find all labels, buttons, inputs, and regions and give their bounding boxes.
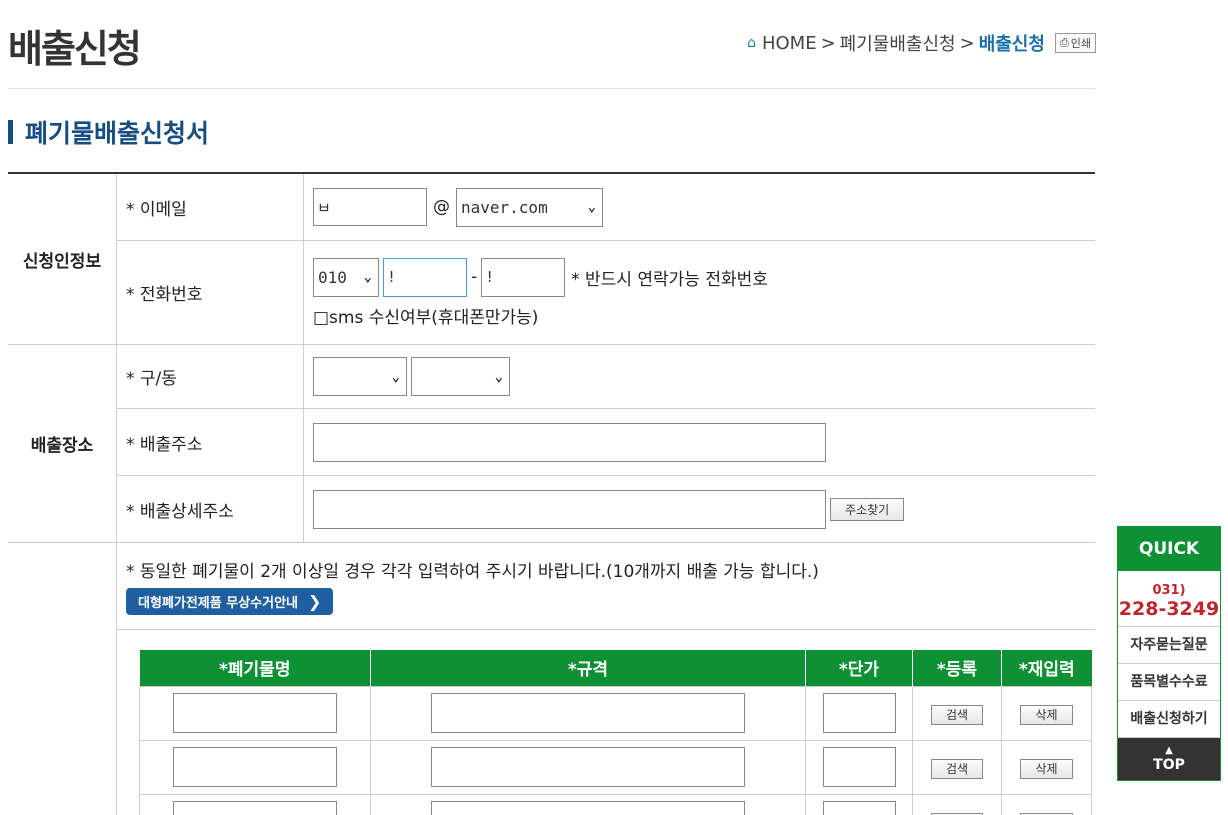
breadcrumb: ⌂ HOME > 폐기물배출신청 > 배출신청 ⎙ 인쇄: [747, 30, 1096, 56]
quick-phone-number: 228-3249: [1118, 598, 1220, 620]
items-group-label: [8, 543, 117, 815]
quick-link-faq[interactable]: 자주묻는질문: [1118, 627, 1220, 664]
location-group-label: 배출장소: [8, 345, 117, 542]
gu-select[interactable]: ⌄: [313, 357, 407, 396]
gu-dong-label: * 구/동: [117, 345, 304, 408]
phone-prefix-select[interactable]: 010 ⌄: [313, 257, 379, 297]
delete-button[interactable]: 삭제: [1020, 758, 1073, 779]
phone-row: * 전화번호 010 ⌄ ! - ! * 반드시 연락가능 전화번호 □sms …: [117, 241, 1095, 344]
sms-consent-checkbox[interactable]: □sms 수신여부(휴대폰만가능): [313, 303, 1095, 328]
column-header: *등록: [912, 650, 1002, 686]
quick-link-apply[interactable]: 배출신청하기: [1118, 701, 1220, 738]
address-label: * 배출주소: [117, 409, 304, 475]
home-icon: ⌂: [747, 35, 756, 51]
items-notice: * 동일한 폐기물이 2개 이상일 경우 각각 입력하여 주시기 바랍니다.(1…: [126, 562, 819, 582]
chevron-down-icon: ⌄: [363, 269, 372, 285]
spec-input[interactable]: [431, 693, 745, 733]
caret-up-icon: ▲: [1165, 745, 1173, 756]
detail-address-label: * 배출상세주소: [117, 476, 304, 542]
breadcrumb-separator: >: [820, 32, 836, 54]
quick-phone-area: 031): [1152, 583, 1186, 598]
email-row: * 이메일 ㅂ @ naver.com ⌄: [117, 174, 1095, 241]
address-row: * 배출주소: [117, 409, 1095, 476]
dong-select[interactable]: ⌄: [411, 357, 510, 396]
spec-input[interactable]: [431, 801, 745, 815]
breadcrumb-separator: >: [959, 32, 975, 54]
find-address-button[interactable]: 주소찾기: [830, 497, 905, 521]
waste-name-input[interactable]: [173, 747, 337, 787]
breadcrumb-home[interactable]: HOME: [762, 33, 817, 54]
phone-last-input[interactable]: !: [481, 257, 566, 297]
breadcrumb-current: 배출신청: [978, 34, 1045, 55]
price-input[interactable]: [822, 747, 896, 787]
spec-input[interactable]: [431, 747, 745, 787]
appliance-guide-label: 대형폐가전제품 무상수거안내: [138, 596, 299, 611]
email-local-input[interactable]: ㅂ: [313, 188, 427, 226]
chevron-right-icon: ❯: [308, 592, 322, 611]
chevron-down-icon: ⌄: [391, 368, 400, 385]
column-header: *폐기물명: [139, 650, 371, 686]
table-row: 검색 삭제: [139, 685, 1092, 741]
email-label: * 이메일: [117, 174, 304, 240]
application-form: 신청인정보 * 이메일 ㅂ @ naver.com ⌄ * 전화번호 010 ⌄…: [8, 172, 1095, 815]
quick-menu-title: QUICK: [1118, 527, 1220, 571]
location-group: 배출장소 * 구/동 ⌄ ⌄ * 배출주소 * 배출상세주소 주소찾기: [8, 345, 1095, 543]
back-to-top-button[interactable]: ▲ TOP: [1118, 738, 1220, 780]
table-row: 검색 삭제: [139, 739, 1092, 795]
back-to-top-label: TOP: [1153, 757, 1185, 773]
print-label: 인쇄: [1070, 37, 1091, 50]
applicant-group-label: 신청인정보: [8, 174, 117, 344]
waste-name-input[interactable]: [173, 693, 337, 733]
search-button[interactable]: 검색: [930, 704, 984, 725]
phone-label: * 전화번호: [117, 241, 304, 344]
address-input[interactable]: [313, 422, 826, 462]
page-title: 배출신청: [8, 27, 142, 71]
phone-note: * 반드시 연락가능 전화번호: [571, 269, 768, 290]
title-divider: [8, 88, 1095, 89]
print-icon: ⎙: [1059, 36, 1069, 49]
phone-prefix-value: 010: [318, 267, 347, 287]
quick-link-fees[interactable]: 품목별수수료: [1118, 664, 1220, 701]
gu-dong-row: * 구/동 ⌄ ⌄: [117, 345, 1095, 409]
section-title-text: 폐기물배출신청서: [25, 119, 210, 148]
section-title: 폐기물배출신청서: [8, 114, 209, 150]
applicant-group: 신청인정보 * 이메일 ㅂ @ naver.com ⌄ * 전화번호 010 ⌄…: [8, 174, 1095, 345]
column-header: *규격: [370, 650, 806, 686]
breadcrumb-parent[interactable]: 폐기물배출신청: [840, 30, 956, 56]
phone-middle-input[interactable]: !: [383, 257, 467, 297]
table-row: 검색 삭제: [139, 793, 1092, 815]
column-header: *재입력: [1001, 650, 1092, 686]
price-input[interactable]: [822, 693, 896, 733]
email-at-sign: @: [433, 197, 450, 217]
delete-button[interactable]: 삭제: [1020, 704, 1073, 725]
chevron-down-icon: ⌄: [587, 199, 596, 215]
email-domain-value: naver.com: [461, 197, 548, 217]
items-group: * 동일한 폐기물이 2개 이상일 경우 각각 입력하여 주시기 바랍니다.(1…: [8, 543, 1095, 815]
chevron-down-icon: ⌄: [494, 368, 503, 385]
detail-address-input[interactable]: [313, 489, 826, 529]
quick-phone: 031) 228-3249: [1118, 571, 1220, 627]
section-title-bar: [8, 120, 13, 144]
quick-menu: QUICK 031) 228-3249 자주묻는질문 품목별수수료 배출신청하기…: [1117, 526, 1221, 781]
column-header: *단가: [805, 650, 913, 686]
search-button[interactable]: 검색: [930, 758, 984, 779]
price-input[interactable]: [822, 801, 896, 815]
appliance-guide-button[interactable]: 대형폐가전제품 무상수거안내 ❯: [126, 588, 334, 615]
detail-address-row: * 배출상세주소 주소찾기: [117, 476, 1095, 542]
email-domain-select[interactable]: naver.com ⌄: [456, 187, 603, 227]
items-notice-area: * 동일한 폐기물이 2개 이상일 경우 각각 입력하여 주시기 바랍니다.(1…: [117, 543, 1095, 630]
phone-dash: -: [471, 267, 478, 287]
items-table: *폐기물명 *규격 *단가 *등록 *재입력 검색 삭제 검색 삭제: [139, 650, 1092, 815]
waste-name-input[interactable]: [173, 801, 337, 815]
print-button[interactable]: ⎙ 인쇄: [1054, 33, 1096, 53]
